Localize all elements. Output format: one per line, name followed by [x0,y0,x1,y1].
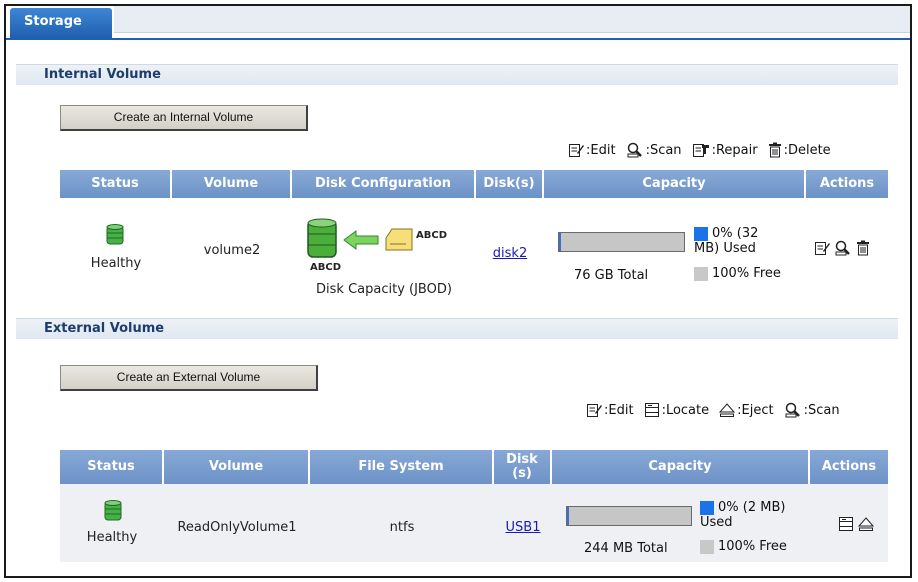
disk-link: disk2 [476,246,544,261]
volume-name: ReadOnlyVolume1 [177,520,297,535]
volume-label: ABCD [310,262,342,273]
free-swatch [694,266,708,281]
free-text: 100% Free [712,266,781,281]
capacity-used-fill [567,507,569,525]
col-volume: Volume [172,170,292,198]
used-text-1: 0% (2 MB) [718,500,786,515]
capacity-used-fill [559,233,561,251]
col-actions: Actions [810,450,888,484]
used-legend: 0% (32 MB) Used [694,226,758,256]
disk2-link[interactable]: disk2 [493,246,527,261]
scan-icon[interactable] [834,240,852,256]
col-disks-line2: (s) [512,466,532,481]
col-capacity: Capacity [552,450,810,484]
used-legend: 0% (2 MB) Used [700,500,785,530]
healthy-disk-icon [106,224,124,245]
disk-label: ABCD [416,230,448,241]
delete-icon[interactable] [856,240,870,256]
total-text: 76 GB Total [574,268,649,283]
used-text-2: MB) Used [694,241,756,256]
create-external-volume-button[interactable]: Create an External Volume [60,365,318,391]
capacity-bar [558,232,685,252]
used-text-2: Used [700,515,733,530]
edit-icon[interactable] [814,240,830,256]
arrow-left-icon [343,230,379,250]
legend-edit-label: :Edit [586,142,616,158]
legend-repair: :Repair [692,142,758,158]
free-swatch [700,539,714,554]
jbod-volume-icon [307,218,337,258]
internal-actions-legend: :Edit :Scan :Repair :Delete [568,142,831,158]
eject-icon [719,403,736,417]
eject-icon[interactable] [858,516,874,532]
create-internal-volume-button[interactable]: Create an Internal Volume [60,105,308,131]
row-actions [814,240,870,256]
legend-scan: :Scan [626,142,682,158]
legend-delete-label: :Delete [783,142,831,158]
total-text: 244 MB Total [584,541,668,556]
col-volume: Volume [164,450,310,484]
legend-eject: :Eject [719,402,774,418]
file-system-text: ntfs [389,520,415,535]
col-disks: Disk (s) [494,450,552,484]
internal-volume-heading: Internal Volume [16,64,898,85]
used-swatch [694,226,708,241]
capacity-bar [566,506,692,526]
used-swatch [700,500,714,515]
status-text: Healthy [90,256,142,271]
storage-panel: Storage Internal Volume Create an Intern… [4,4,912,578]
free-text: 100% Free [718,539,787,554]
col-disks-line1: Disk [506,452,538,467]
legend-edit: :Edit [586,402,634,418]
external-actions-legend: :Edit :Locate :Eject :Scan [586,402,840,418]
col-disk-configuration: Disk Configuration [292,170,476,198]
legend-edit-label: :Edit [604,402,634,418]
disk-configuration-text: Disk Capacity (JBOD) [316,282,452,297]
row-actions [838,516,874,532]
legend-repair-label: :Repair [711,142,758,158]
col-capacity: Capacity [544,170,806,198]
tab-strip [114,6,910,33]
free-legend: 100% Free [700,539,787,554]
table-row: Healthy ReadOnlyVolume1 ntfs USB1 0% (2 … [60,484,888,562]
locate-icon[interactable] [838,516,854,532]
status-text: Healthy [86,530,138,545]
repair-icon [692,144,709,157]
used-text-1: 0% (32 [712,226,759,241]
legend-scan-label: :Scan [645,142,682,158]
legend-eject-label: :Eject [737,402,774,418]
legend-delete: :Delete [768,142,831,158]
col-status: Status [60,450,164,484]
col-actions: Actions [806,170,888,198]
legend-locate-label: :Locate [661,402,710,418]
col-file-system: File System [310,450,494,484]
volume-name: volume2 [203,243,261,258]
tab-storage[interactable]: Storage [10,8,112,38]
legend-scan-label: :Scan [803,402,840,418]
disk-icon [385,228,413,251]
free-legend: 100% Free [694,266,781,281]
healthy-disk-icon [104,500,122,521]
delete-icon [768,142,781,158]
legend-locate: :Locate [644,402,710,418]
external-volume-heading: External Volume [16,318,898,339]
col-status: Status [60,170,172,198]
legend-edit: :Edit [568,142,616,158]
disk-link: USB1 [494,520,552,535]
legend-scan: :Scan [784,402,840,418]
tab-bar: Storage [6,6,910,40]
scan-icon [627,142,642,158]
col-disks: Disk(s) [476,170,544,198]
edit-icon [569,144,584,157]
edit-icon [587,404,602,417]
usb1-link[interactable]: USB1 [506,520,541,535]
locate-icon [644,403,659,417]
scan-icon [785,402,800,418]
